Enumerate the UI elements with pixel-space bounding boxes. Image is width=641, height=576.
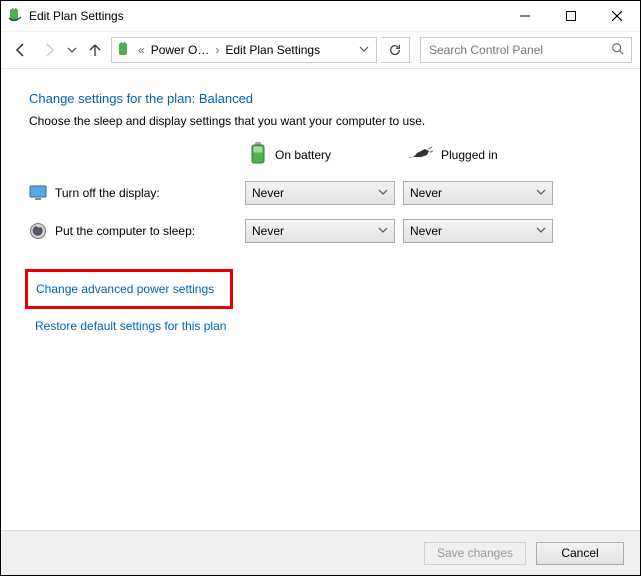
settings-grid: On battery Plugged in [29,142,620,243]
address-bar[interactable]: « Power O… › Edit Plan Settings [111,37,377,63]
chevron-down-icon[interactable] [356,43,372,57]
app-icon [7,8,23,24]
refresh-button[interactable] [381,37,410,63]
save-button[interactable]: Save changes [424,542,526,565]
cancel-button[interactable]: Cancel [536,542,624,565]
search-input[interactable] [427,42,591,58]
breadcrumb-prefix: « [136,43,147,57]
chevron-right-icon: › [213,43,221,57]
breadcrumb-item-edit-plan[interactable]: Edit Plan Settings [225,43,320,57]
sleep-battery-select[interactable]: Never [245,219,395,243]
row-sleep-label: Put the computer to sleep: [55,224,195,238]
up-button[interactable] [83,38,107,62]
battery-icon [249,142,267,167]
column-header-battery: On battery [245,142,395,167]
link-restore-defaults[interactable]: Restore default settings for this plan [29,313,232,339]
back-button[interactable] [9,38,33,62]
row-sleep: Put the computer to sleep: [29,222,237,240]
forward-button[interactable] [37,38,61,62]
column-header-plugged-label: Plugged in [441,148,498,162]
display-plugged-select[interactable]: Never [403,181,553,205]
search-icon[interactable] [611,42,625,59]
maximize-button[interactable] [548,1,594,31]
sleep-icon [29,222,47,240]
breadcrumb-item-power[interactable]: Power O… [151,43,210,57]
column-header-battery-label: On battery [275,148,331,162]
row-display-label: Turn off the display: [55,186,160,200]
chevron-down-icon [378,187,388,200]
links-section: Change advanced power settings Restore d… [29,269,620,339]
content-area: Change settings for the plan: Balanced C… [1,69,640,530]
display-icon [29,184,47,202]
titlebar: Edit Plan Settings [1,1,640,32]
sleep-plugged-select[interactable]: Never [403,219,553,243]
row-display: Turn off the display: [29,184,237,202]
address-app-icon [116,42,132,58]
search-box[interactable] [420,37,632,63]
display-battery-select[interactable]: Never [245,181,395,205]
chevron-down-icon [378,225,388,238]
window-controls [502,1,640,31]
plug-icon [407,145,433,164]
link-advanced-settings[interactable]: Change advanced power settings [30,276,220,302]
window: Edit Plan Settings [0,0,641,576]
window-title: Edit Plan Settings [29,9,502,23]
highlight-box: Change advanced power settings [25,269,233,309]
navbar: « Power O… › Edit Plan Settings [1,32,640,69]
chevron-down-icon [536,225,546,238]
close-button[interactable] [594,1,640,31]
minimize-button[interactable] [502,1,548,31]
sleep-battery-value: Never [252,224,284,238]
footer: Save changes Cancel [1,530,640,575]
display-plugged-value: Never [410,186,442,200]
sleep-plugged-value: Never [410,224,442,238]
page-description: Choose the sleep and display settings th… [29,114,620,128]
chevron-down-icon [536,187,546,200]
recent-locations-button[interactable] [65,38,79,62]
column-header-plugged: Plugged in [403,145,553,164]
page-heading: Change settings for the plan: Balanced [29,91,620,106]
display-battery-value: Never [252,186,284,200]
